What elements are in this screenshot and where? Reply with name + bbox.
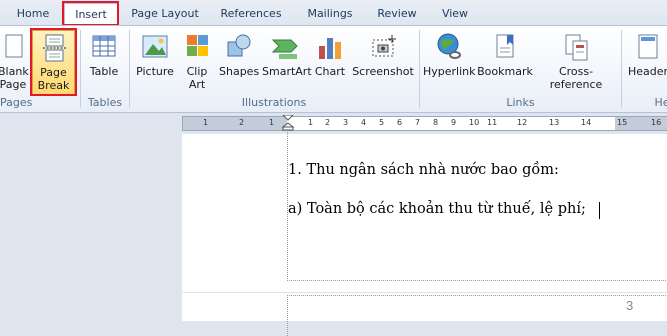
picture-label: Picture: [136, 65, 174, 78]
picture-icon: [142, 35, 168, 58]
shapes-label: Shapes: [219, 65, 260, 78]
chart-icon: [319, 38, 341, 59]
hyperlink-label: Hyperlink: [423, 65, 476, 78]
chart-button[interactable]: Chart: [312, 30, 348, 94]
group-label-links: Links: [506, 96, 535, 109]
cross-reference-icon: [565, 34, 588, 61]
group-label-tables: Tables: [87, 96, 123, 109]
document-page[interactable]: 1. Thu ngân sách nhà nước bao gồm: a) To…: [182, 132, 667, 292]
smartart-icon: [271, 39, 298, 59]
ruler-number: 2: [325, 118, 331, 127]
header-icon: [638, 34, 658, 59]
bookmark-button[interactable]: Bookmark: [477, 30, 533, 94]
blank-page-icon: [5, 34, 23, 58]
clip-art-button[interactable]: Clip Art: [180, 30, 214, 94]
clip-art-icon: [187, 35, 208, 56]
tab-review[interactable]: Review: [370, 3, 424, 25]
ribbon-insert: Blank Page Page Break Pages Table Tables: [0, 25, 667, 113]
chart-label: Chart: [314, 65, 346, 78]
document-line-2[interactable]: a) Toàn bộ các khoản thu từ thuế, lệ phí…: [288, 201, 586, 217]
ruler-number: 2: [239, 118, 245, 127]
group-label-illustrations: Illustrations: [241, 96, 307, 109]
ruler-number: 11: [487, 118, 498, 127]
ruler-number: 1: [269, 118, 275, 127]
tab-page-layout[interactable]: Page Layout: [126, 3, 204, 25]
screenshot-icon: [372, 35, 396, 57]
bookmark-icon: [496, 34, 514, 58]
separator: [621, 30, 622, 108]
ruler-number: 10: [469, 118, 480, 127]
ruler-number: 16: [651, 118, 662, 127]
header-label: Header: [627, 65, 667, 78]
cross-reference-label: Cross-reference: [549, 65, 603, 91]
blank-page-button[interactable]: Blank Page: [0, 30, 29, 94]
ruler-number: 7: [415, 118, 421, 127]
indent-marker-icon[interactable]: [282, 115, 294, 131]
ruler-number: 14: [581, 118, 592, 127]
text-caret: [599, 202, 600, 219]
ruler-number: 4: [361, 118, 367, 127]
ruler-number: 1: [308, 118, 314, 127]
horizontal-ruler[interactable]: 1 2 1 1 2 3 4 5 6 7 8 9 10 11 12 13 14 1…: [182, 115, 667, 131]
smartart-label: SmartArt: [262, 65, 312, 78]
tab-mailings[interactable]: Mailings: [298, 3, 362, 25]
insert-tab-highlight: [62, 1, 119, 26]
ruler-number: 5: [379, 118, 385, 127]
tab-home[interactable]: Home: [8, 3, 58, 25]
ruler-number: 12: [517, 118, 528, 127]
ruler-number: 8: [433, 118, 439, 127]
document-page-next[interactable]: 3: [182, 293, 667, 336]
hyperlink-icon: [437, 33, 461, 59]
ruler-number: 3: [343, 118, 349, 127]
document-line-1[interactable]: 1. Thu ngân sách nhà nước bao gồm:: [288, 162, 559, 178]
ruler-number: 13: [549, 118, 560, 127]
screenshot-label: Screenshot: [352, 65, 414, 78]
ruler-number: 6: [397, 118, 403, 127]
separator: [80, 30, 81, 108]
hyperlink-button[interactable]: Hyperlink: [423, 30, 476, 94]
page-number: 3: [626, 298, 634, 313]
tab-references[interactable]: References: [212, 3, 290, 25]
table-button[interactable]: Table: [84, 30, 124, 94]
bookmark-label: Bookmark: [477, 65, 533, 78]
table-label: Table: [89, 65, 119, 78]
group-label-header-footer: He: [654, 96, 667, 109]
header-button[interactable]: Header: [626, 30, 667, 94]
group-label-pages: Pages: [0, 96, 33, 109]
smartart-button[interactable]: SmartArt: [262, 30, 312, 94]
blank-page-label: Blank Page: [0, 65, 29, 91]
shapes-button[interactable]: Shapes: [219, 30, 259, 94]
margin-guide: [287, 295, 667, 336]
screenshot-button[interactable]: Screenshot: [351, 30, 415, 94]
ruler-number: 1: [203, 118, 209, 127]
shapes-icon: [227, 34, 251, 57]
page-break-highlight: [30, 28, 77, 96]
tab-view[interactable]: View: [432, 3, 478, 25]
separator: [419, 30, 420, 108]
picture-button[interactable]: Picture: [134, 30, 176, 94]
table-icon: [92, 35, 116, 57]
ruler-number: 9: [451, 118, 457, 127]
separator: [129, 30, 130, 108]
ruler-number: 15: [617, 118, 628, 127]
cross-reference-button[interactable]: Cross-reference: [534, 30, 618, 94]
clip-art-label: Clip Art: [186, 65, 208, 91]
